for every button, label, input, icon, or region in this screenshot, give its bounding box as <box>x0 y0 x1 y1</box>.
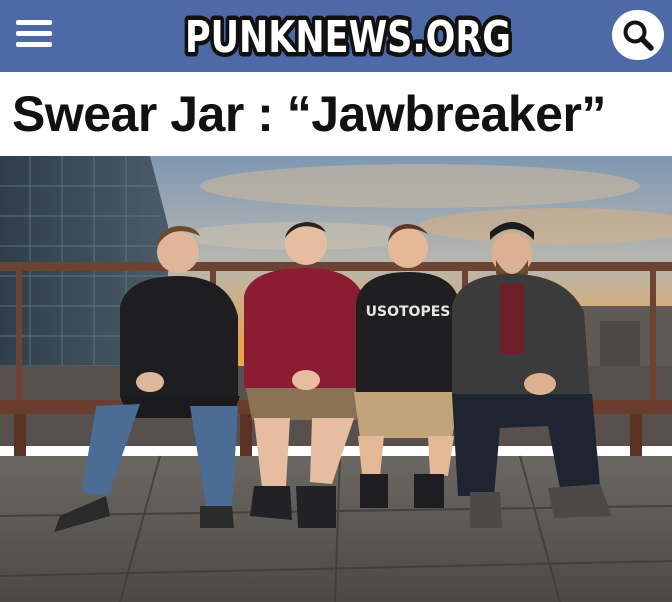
search-button[interactable] <box>612 10 664 60</box>
site-logo[interactable]: PUNKNEWS.ORG <box>176 6 521 65</box>
shirt-print-text: USOTOPES <box>366 304 451 320</box>
top-nav-bar: PUNKNEWS.ORG <box>0 0 672 72</box>
logo-text: PUNKNEWS.ORG <box>185 12 511 63</box>
menu-button[interactable] <box>12 14 56 54</box>
magnifier-search-icon <box>623 20 654 51</box>
article-photo: USOTOPES <box>0 156 672 602</box>
page-title: Swear Jar : “Jawbreaker” <box>12 86 606 142</box>
title-area: Swear Jar : “Jawbreaker” <box>0 72 672 157</box>
app-root: PUNKNEWS.ORG Swear Jar : “Jawbreaker” US… <box>0 0 672 602</box>
